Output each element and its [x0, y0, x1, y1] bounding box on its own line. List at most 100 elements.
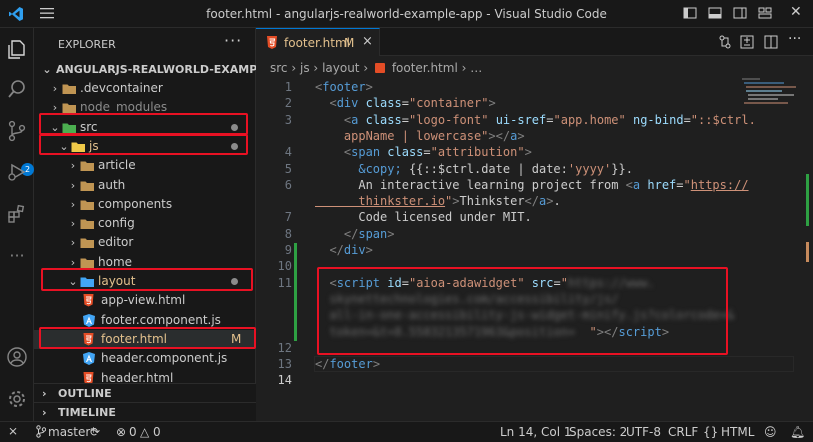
code-line[interactable]: An interactive learning project from <a … — [315, 178, 748, 192]
code-line[interactable]: &copy; {{::$ctrl.date | date:'yyyy'}}. — [315, 162, 633, 176]
toggle-panel-icon[interactable] — [708, 6, 722, 23]
code-line[interactable]: <span class="attribution"> — [315, 145, 532, 159]
folder-icon — [62, 82, 76, 95]
code-line[interactable]: Code licensed under MIT. — [315, 210, 531, 224]
error-count[interactable]: 0 — [129, 425, 137, 439]
tree-item[interactable]: app-view.html — [34, 291, 256, 310]
code-line[interactable]: <footer> — [315, 80, 373, 94]
timeline-section[interactable]: › TIMELINE — [34, 402, 256, 422]
tree-item-label: .devcontainer — [80, 81, 163, 95]
chevron-down-icon: ⌄ — [42, 63, 52, 76]
tree-item-label: components — [98, 196, 173, 211]
code-line[interactable]: <a class="logo-font" ui-sref="app.home" … — [315, 113, 756, 127]
editor-more-actions-icon[interactable]: ··· — [788, 31, 801, 47]
tree-item[interactable]: › .devcontainer — [34, 79, 256, 98]
outline-section[interactable]: › OUTLINE — [34, 383, 256, 403]
tree-item[interactable]: › config — [34, 214, 256, 233]
encoding[interactable]: UTF-8 — [626, 425, 661, 439]
code-line[interactable]: <div class="container"> — [315, 96, 495, 110]
language-mode[interactable]: HTML — [721, 425, 754, 439]
warning-count[interactable]: 0 — [153, 425, 161, 439]
tree-item[interactable]: › editor — [34, 233, 256, 252]
folder-icon — [80, 198, 94, 211]
line-number: 1 — [284, 80, 292, 94]
tree-item[interactable]: › components — [34, 195, 256, 214]
folder-icon — [80, 236, 94, 249]
status-bar: ⨯ master* ⟳ ⊗ 0 △ 0 Ln 14, Col 1 Spaces:… — [0, 421, 813, 442]
line-number: 12 — [277, 340, 292, 355]
language-icon: {} — [703, 425, 719, 439]
chevron-right-icon: › — [42, 406, 47, 419]
breadcrumb-more[interactable]: … — [470, 61, 482, 75]
line-number: 10 — [277, 259, 292, 274]
folder-icon — [80, 179, 94, 192]
project-root[interactable]: ⌄ ANGULARJS-REALWORLD-EXAMPLE-APP — [34, 60, 301, 79]
run-debug-icon[interactable] — [6, 161, 28, 183]
breadcrumb: src › js › layout › footer.html › … — [270, 61, 483, 75]
remote-indicator[interactable]: ⨯ — [0, 422, 28, 442]
html-file-icon — [83, 294, 97, 307]
line-number: 2 — [284, 96, 292, 111]
activity-bar: 2 ··· — [0, 28, 34, 421]
settings-gear-icon[interactable] — [6, 388, 28, 410]
highlight-src-folder — [39, 113, 248, 135]
line-number: 7 — [284, 210, 292, 225]
highlight-js-folder — [39, 134, 248, 155]
toggle-secondary-sidebar-icon[interactable] — [733, 6, 747, 23]
folder-icon — [80, 159, 94, 172]
branch-icon — [36, 425, 47, 441]
chevron-right-icon: › — [70, 217, 76, 231]
title-bar: footer.html - angularjs-realworld-exampl… — [0, 0, 813, 28]
breadcrumb-layout[interactable]: layout — [322, 61, 359, 75]
account-icon[interactable] — [6, 346, 28, 368]
highlight-footer-file — [39, 327, 256, 349]
code-line[interactable]: thinkster.io">Thinkster</a>. — [315, 194, 560, 208]
line-number: 13 — [277, 357, 292, 372]
open-changes-icon[interactable] — [718, 35, 732, 52]
minimap[interactable] — [740, 76, 800, 110]
angular-file-icon — [83, 313, 97, 327]
highlight-script-tag — [317, 267, 728, 355]
tree-item[interactable]: header.component.js — [34, 349, 256, 368]
editor-area: footer.html M × ··· src › js › layout › … — [256, 28, 813, 421]
breadcrumb-src[interactable]: src — [270, 61, 288, 75]
cursor-position[interactable]: Ln 14, Col 1 — [500, 425, 572, 439]
notifications-icon[interactable]: 🔔︎ — [790, 425, 805, 439]
folder-icon — [80, 217, 94, 230]
indentation[interactable]: Spaces: 2 — [569, 425, 627, 439]
window-close-icon[interactable]: ✕ — [790, 4, 802, 20]
code-line[interactable]: </span> — [315, 227, 395, 241]
html-file-icon — [266, 36, 278, 52]
source-control-icon[interactable] — [6, 120, 28, 142]
tree-item[interactable]: › article — [34, 156, 256, 175]
copilot-icon[interactable]: ☺ — [764, 425, 777, 439]
search-icon[interactable] — [6, 78, 28, 100]
breadcrumb-file[interactable]: footer.html — [392, 61, 458, 75]
tab-close-icon[interactable]: × — [362, 34, 373, 49]
tab-modified-indicator: M — [344, 36, 355, 50]
tree-item-label: editor — [98, 235, 134, 250]
warning-icon: △ — [140, 425, 150, 439]
toggle-sidebar-icon[interactable] — [683, 6, 697, 23]
sync-icon[interactable]: ⟳ — [90, 425, 100, 439]
line-endings[interactable]: CRLF — [668, 425, 698, 439]
explorer-files-icon[interactable] — [6, 38, 28, 60]
folder-icon — [80, 256, 94, 269]
code-line[interactable]: </div> — [315, 243, 372, 257]
code-line[interactable]: appName | lowercase"></a> — [315, 129, 525, 143]
line-number: 4 — [284, 145, 292, 160]
compare-changes-icon[interactable] — [740, 35, 754, 52]
error-icon: ⊗ — [116, 425, 127, 439]
breadcrumb-js[interactable]: js — [300, 61, 310, 75]
extensions-icon[interactable] — [6, 203, 28, 225]
tree-item[interactable]: › auth — [34, 176, 256, 195]
more-views-icon[interactable]: ··· — [6, 246, 28, 268]
line-number: 9 — [284, 243, 292, 257]
tree-item-label: header.component.js — [101, 351, 228, 366]
tree-item-label: auth — [98, 177, 126, 192]
explorer-more-actions-icon[interactable]: ··· — [224, 31, 242, 50]
tab-footer-html[interactable]: footer.html M × — [256, 28, 380, 56]
chevron-right-icon: › — [52, 82, 58, 95]
customize-layout-icon[interactable] — [758, 6, 772, 23]
split-editor-icon[interactable] — [764, 35, 778, 52]
